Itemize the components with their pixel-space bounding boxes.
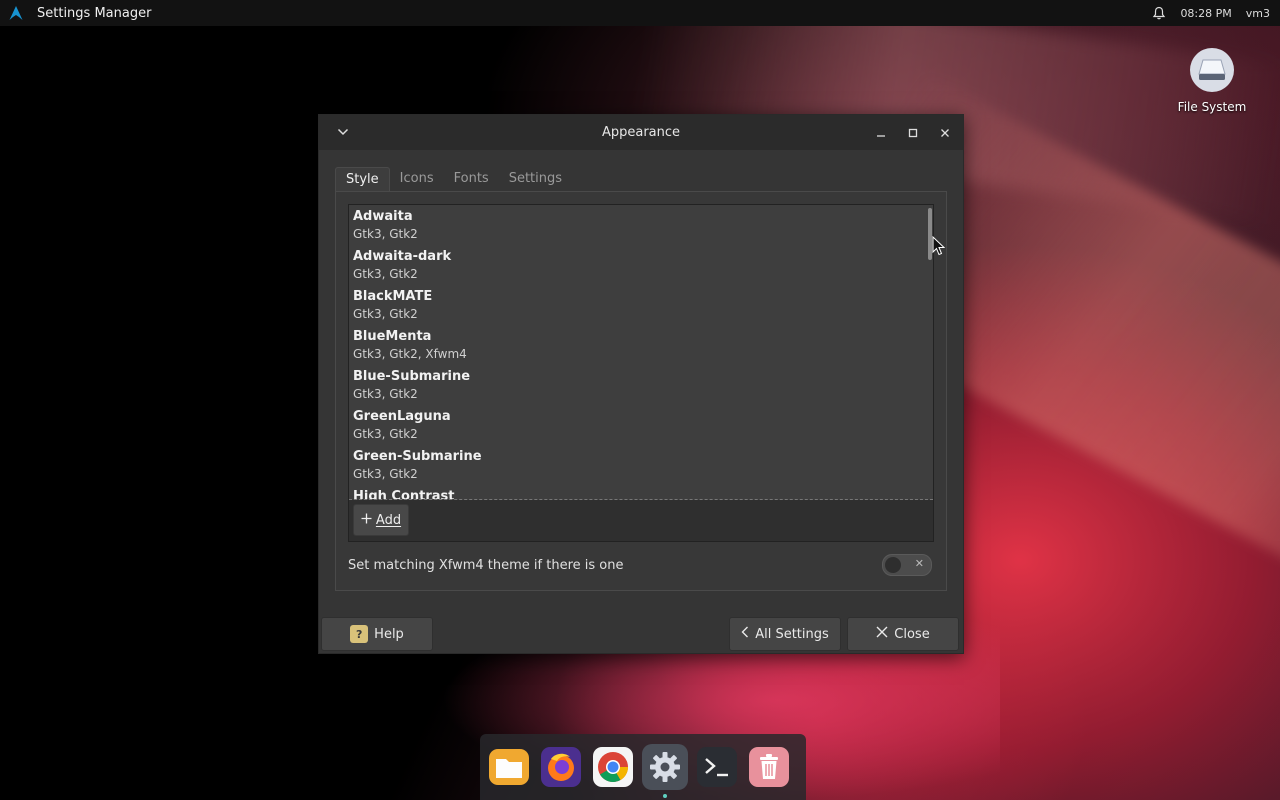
theme-name: Adwaita-dark: [353, 249, 452, 264]
dock-settings-icon[interactable]: [642, 744, 688, 798]
tab-style[interactable]: Style: [335, 167, 390, 192]
dock-chrome-icon[interactable]: [590, 744, 636, 790]
clock[interactable]: 08:28 PM: [1180, 7, 1231, 20]
theme-engines: Gtk3, Gtk2: [353, 307, 418, 321]
all-settings-label: All Settings: [755, 626, 829, 642]
window-title: Appearance: [601, 125, 681, 140]
desktop-icon-file-system[interactable]: File System: [1170, 48, 1254, 114]
style-tab-panel: Adwaita Gtk3, Gtk2 Adwaita-dark Gtk3, Gt…: [335, 191, 947, 591]
theme-list-frame: Adwaita Gtk3, Gtk2 Adwaita-dark Gtk3, Gt…: [348, 204, 934, 542]
theme-item-adwaita[interactable]: Adwaita Gtk3, Gtk2: [349, 205, 929, 245]
help-icon: ?: [350, 625, 369, 643]
theme-item-adwaita-dark[interactable]: Adwaita-dark Gtk3, Gtk2: [349, 245, 929, 285]
user-menu[interactable]: vm3: [1246, 7, 1270, 20]
close-button-label: Close: [894, 626, 930, 642]
theme-name: BlueMenta: [353, 329, 432, 344]
active-app-title[interactable]: Settings Manager: [37, 6, 151, 21]
close-icon: [876, 626, 888, 642]
theme-name: Adwaita: [353, 209, 413, 224]
theme-name: Blue-Submarine: [353, 369, 471, 384]
help-button-label: Help: [374, 626, 404, 642]
toggle-knob: [885, 557, 901, 573]
dock: [480, 734, 806, 800]
dock-terminal-icon[interactable]: [694, 744, 740, 790]
add-button-label: Add: [375, 512, 402, 528]
arch-logo-icon[interactable]: [9, 5, 25, 21]
notification-bell-icon[interactable]: [1152, 6, 1166, 20]
toggle-off-x-icon: ✕: [914, 557, 924, 570]
chevron-left-icon: [741, 626, 749, 642]
theme-name: High Contrast: [353, 489, 455, 499]
theme-engines: Gtk3, Gtk2, Xfwm4: [353, 347, 467, 361]
theme-engines: Gtk3, Gtk2: [353, 387, 418, 401]
theme-item-bluementa[interactable]: BlueMenta Gtk3, Gtk2, Xfwm4: [349, 325, 929, 365]
close-window-button[interactable]: [935, 123, 955, 143]
theme-engines: Gtk3, Gtk2: [353, 267, 418, 281]
desktop-icon-label: File System: [1177, 100, 1247, 114]
theme-item-high-contrast[interactable]: High Contrast: [349, 485, 929, 499]
theme-list-footer: Add: [349, 500, 933, 541]
plus-icon: [361, 513, 372, 528]
minimize-button[interactable]: [871, 123, 891, 143]
theme-engines: Gtk3, Gtk2: [353, 227, 418, 241]
all-settings-button[interactable]: All Settings: [729, 617, 841, 651]
match-xfwm4-label: Set matching Xfwm4 theme if there is one: [348, 558, 624, 573]
window-titlebar[interactable]: Appearance: [319, 115, 963, 150]
maximize-button[interactable]: [903, 123, 923, 143]
tab-bar: Style Icons Fonts Settings: [335, 167, 572, 192]
theme-name: Green-Submarine: [353, 449, 482, 464]
theme-name: BlackMATE: [353, 289, 433, 304]
dock-active-indicator: [663, 794, 667, 798]
theme-engines: Gtk3, Gtk2: [353, 427, 418, 441]
window-menu-chevron-icon[interactable]: [335, 124, 351, 140]
dock-firefox-icon[interactable]: [538, 744, 584, 790]
match-xfwm4-toggle[interactable]: ✕: [882, 554, 932, 576]
add-theme-button[interactable]: Add: [353, 504, 409, 536]
theme-list[interactable]: Adwaita Gtk3, Gtk2 Adwaita-dark Gtk3, Gt…: [349, 205, 929, 499]
close-button[interactable]: Close: [847, 617, 959, 651]
theme-name: GreenLaguna: [353, 409, 451, 424]
help-button[interactable]: ? Help: [321, 617, 433, 651]
tab-settings[interactable]: Settings: [499, 167, 572, 192]
appearance-window: Appearance Style Icons Fonts Settings Ad…: [318, 114, 964, 654]
mouse-cursor-icon: [932, 235, 946, 260]
theme-item-blue-submarine[interactable]: Blue-Submarine Gtk3, Gtk2: [349, 365, 929, 405]
top-panel: Settings Manager 08:28 PM vm3: [0, 0, 1280, 26]
drive-icon: [1190, 48, 1234, 92]
tab-icons[interactable]: Icons: [390, 167, 444, 192]
theme-item-greenlaguna[interactable]: GreenLaguna Gtk3, Gtk2: [349, 405, 929, 445]
theme-engines: Gtk3, Gtk2: [353, 467, 418, 481]
tab-fonts[interactable]: Fonts: [444, 167, 499, 192]
dock-files-icon[interactable]: [486, 744, 532, 790]
theme-item-green-submarine[interactable]: Green-Submarine Gtk3, Gtk2: [349, 445, 929, 485]
theme-item-blackmate[interactable]: BlackMATE Gtk3, Gtk2: [349, 285, 929, 325]
dock-trash-icon[interactable]: [746, 744, 792, 790]
